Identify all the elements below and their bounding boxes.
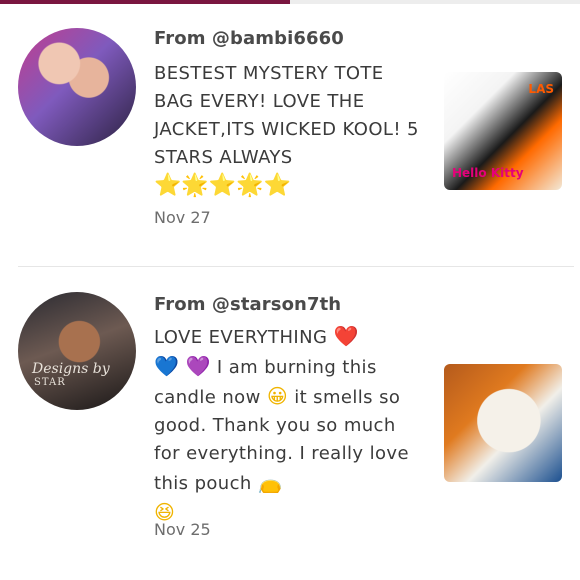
avatar-caption-star: STAR — [34, 377, 66, 388]
heart-blue-icon: 💙 — [154, 354, 180, 378]
heart-red-icon: ❤️ — [333, 324, 359, 348]
reviewer-username[interactable]: From @bambi6660 — [154, 28, 344, 49]
tab-indicator-bar — [0, 0, 580, 4]
review-date: Nov 27 — [154, 208, 211, 227]
review-photo[interactable]: Hello Kitty LAS — [444, 72, 562, 190]
heart-purple-icon: 💜 — [185, 354, 211, 378]
review-date: Nov 25 — [154, 520, 211, 539]
photo-label-hello-kitty: Hello Kitty — [452, 166, 524, 180]
reviewer-username[interactable]: From @starson7th — [154, 294, 341, 315]
review-photo[interactable] — [444, 364, 562, 482]
review-card: From @bambi6660 BESTEST MYSTERY TOTE BAG… — [0, 18, 580, 268]
review-text: LOVE EVERYTHING ❤️ 💙 💜 I am burning this… — [154, 322, 424, 528]
reviewer-avatar[interactable]: Designs by STAR — [18, 292, 136, 410]
photo-label-las: LAS — [528, 82, 554, 96]
avatar-caption-text: Designs by — [32, 361, 110, 377]
divider — [18, 266, 574, 267]
review-text-part-1: LOVE EVERYTHING — [154, 327, 328, 348]
tab-indicator-active — [0, 0, 290, 4]
review-text-body: BESTEST MYSTERY TOTE BAG EVERY! LOVE THE… — [154, 63, 419, 168]
pouch-icon: 👝 — [257, 470, 284, 494]
grinning-face-icon: 😀 — [266, 384, 289, 408]
avatar-caption: Designs by STAR — [32, 362, 110, 390]
review-text: BESTEST MYSTERY TOTE BAG EVERY! LOVE THE… — [154, 60, 424, 200]
stars-emoji-row: ⭐🌟⭐🌟⭐ — [154, 173, 291, 198]
reviewer-avatar[interactable] — [18, 28, 136, 146]
review-card: Designs by STAR From @starson7th LOVE EV… — [0, 280, 580, 570]
